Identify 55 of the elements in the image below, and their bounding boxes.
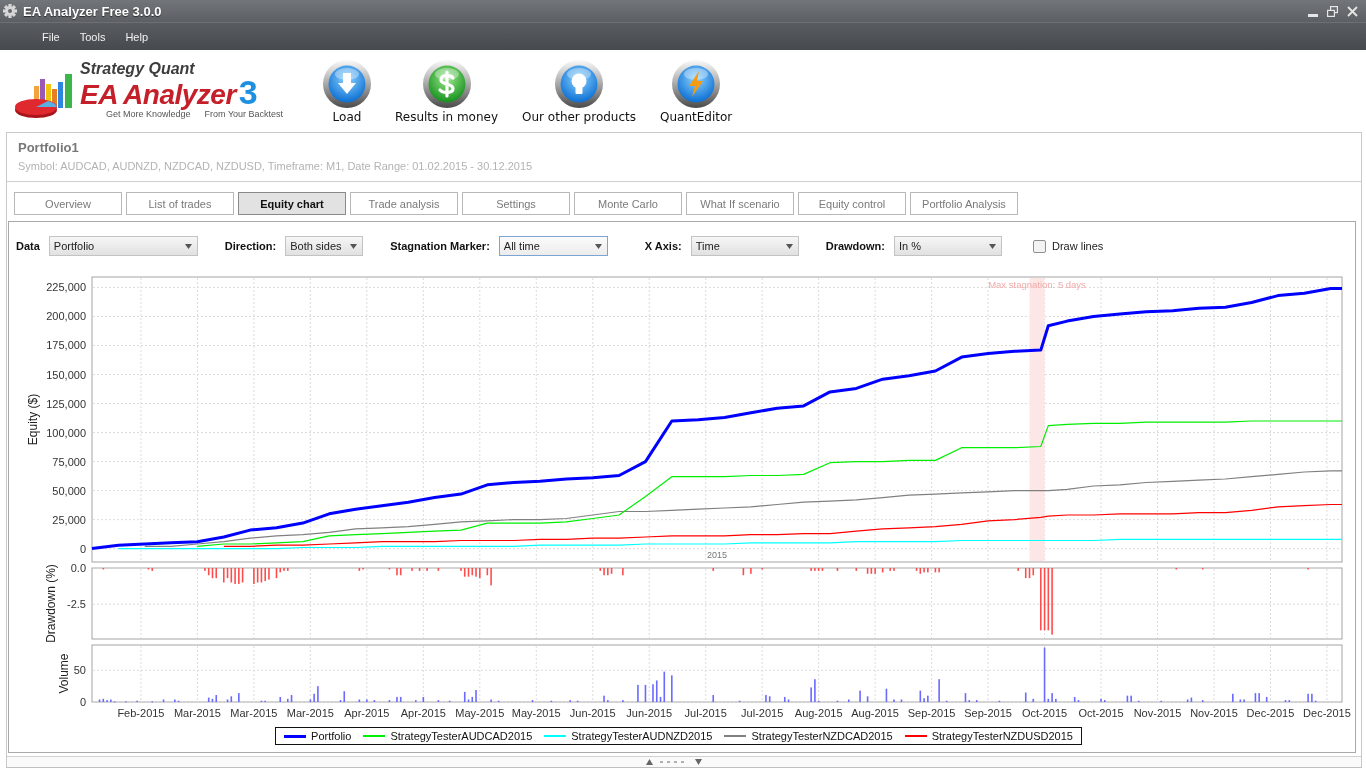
axis-tick-label: Oct-2015 (1078, 707, 1124, 719)
dropdown[interactable]: In % (894, 236, 1002, 256)
axis-tick-label: Dec-2015 (1246, 707, 1295, 719)
dropdown[interactable]: Time (690, 236, 799, 256)
caret-icon (350, 243, 358, 249)
tagline: Get More Knowledge (106, 109, 191, 120)
dropdown[interactable]: All time (498, 236, 608, 256)
menu-item[interactable]: File (42, 30, 60, 43)
dollar-icon (422, 60, 471, 108)
axis-tick-label: Dec-2015 (1303, 707, 1351, 719)
dropdown[interactable]: Both sides (285, 236, 364, 256)
field-label: X Axis: (644, 240, 682, 252)
axis-tick-label: Nov-2015 (1190, 707, 1238, 719)
tab[interactable]: Trade analysis (350, 192, 458, 215)
caret-icon (184, 243, 192, 249)
dropdown[interactable]: Portfolio (48, 236, 198, 256)
caret-icon (594, 243, 602, 249)
lightbulb-icon (555, 60, 604, 108)
window-title: EA Analyzer Free 3.0.0 (23, 3, 162, 19)
portfolio-title: Portfolio1 (18, 140, 80, 155)
brand-name: Strategy Quant (80, 60, 195, 78)
caret-icon (785, 243, 793, 249)
tab[interactable]: Overview (14, 192, 122, 215)
tab[interactable]: Portfolio Analysis (910, 192, 1018, 215)
version-number: 3 (238, 78, 258, 106)
toolbar-button[interactable]: QuantEditor (649, 60, 744, 124)
menu-item[interactable]: Tools (79, 30, 106, 43)
toolbar-button[interactable]: Load (312, 60, 382, 124)
close-icon[interactable] (1347, 5, 1358, 17)
field-label: Data (16, 240, 40, 252)
axis-tick-label: Nov-2015 (1133, 707, 1182, 719)
field-label: Direction: (224, 240, 277, 252)
checkbox-label: Draw lines (1052, 240, 1104, 252)
tab[interactable]: Equity control (798, 192, 906, 215)
caret-icon (989, 243, 996, 249)
tab[interactable]: Equity chart (238, 192, 346, 215)
volume-bar (1265, 696, 1268, 702)
gear-icon[interactable] (3, 4, 17, 18)
toolbar-button[interactable]: Our other products (511, 60, 648, 124)
product-name: EA Analyzer (80, 81, 236, 109)
tab[interactable]: Monte Carlo (574, 192, 682, 215)
checkbox[interactable] (1033, 239, 1046, 253)
collapse-arrows-icon[interactable] (646, 759, 702, 765)
toolbar-button[interactable]: Results in money (384, 60, 510, 124)
tab[interactable]: List of trades (126, 192, 234, 215)
lightning-icon (672, 60, 721, 108)
restore-icon[interactable] (1327, 5, 1338, 17)
field-label: Drawdown: (825, 240, 885, 252)
portfolio-details: Symbol: AUDCAD, AUDNZD, NZDCAD, NZDUSD, Timeframe: M1, Date Range: 01.02.2015 - 30.12.2015 (18, 160, 534, 172)
tab[interactable]: Settings (462, 192, 570, 215)
tab[interactable]: What If scenario (686, 192, 794, 215)
tagline: From Your Backtest (204, 109, 284, 120)
menu-item[interactable]: Help (125, 30, 149, 43)
field-label: Stagnation Marker: (390, 240, 490, 252)
minimize-icon[interactable] (1308, 13, 1318, 17)
